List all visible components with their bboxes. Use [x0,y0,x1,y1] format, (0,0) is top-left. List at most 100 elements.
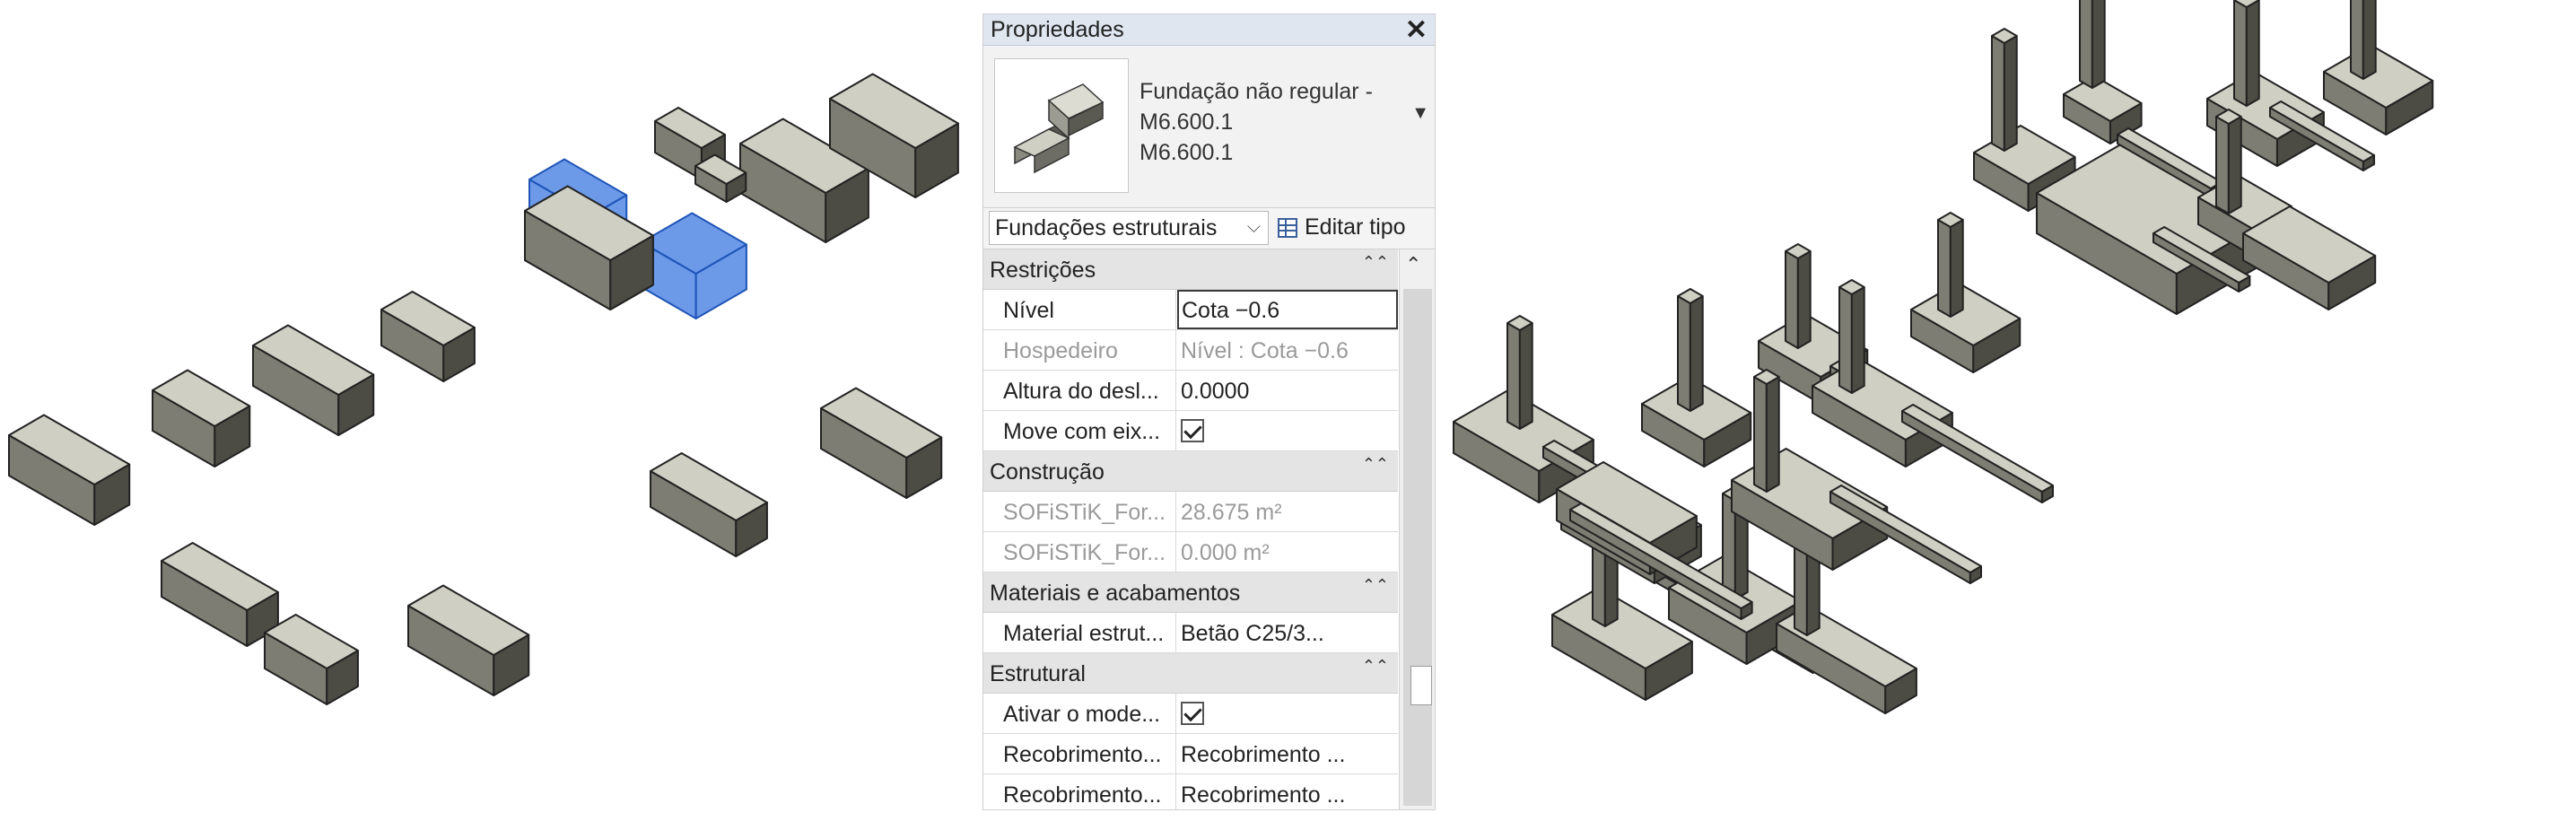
selected-footing-part-2[interactable] [641,212,747,319]
property-value [1177,694,1398,733]
property-name: Nível [983,290,1176,329]
property-name: Hospedeiro [983,330,1176,370]
property-name: SOFiSTiK_For... [983,492,1176,531]
scroll-up-icon[interactable]: ⌃ [1405,253,1421,276]
section-estrutural[interactable]: Estrutural ⌃⌃ [983,653,1398,694]
type-thumbnail [994,58,1129,193]
chevron-down-icon: ⌵ [1246,217,1261,237]
column-g1-d-face-left [1794,546,1808,636]
footing-g5-d[interactable] [1812,358,1953,467]
column-g3-b-face-left [2079,0,2093,89]
category-filter-label: Fundações estruturais [995,215,1218,240]
column-g3-c[interactable] [2233,0,2260,107]
properties-grid: Restrições ⌃⌃ Nível Cota −0.6 Hospedeiro… [983,249,1398,809]
footing-block-3[interactable] [252,324,375,436]
section-label: Construção [990,459,1105,485]
type-name-line-3: M6.600.1 [1140,140,1234,165]
properties-scrollbar[interactable]: ⌃ [1399,249,1435,809]
type-name-line-1: Fundação não regular - [1140,79,1373,104]
footing-block-10[interactable] [161,542,279,647]
property-row-nivel: Nível Cota −0.6 [983,290,1398,330]
column-g3-a-face-left [1991,35,2005,152]
foundation-3d-view-right[interactable] [1436,0,2576,830]
scroll-thumb[interactable] [1410,666,1432,705]
section-materiais[interactable]: Materiais e acabamentos ⌃⌃ [983,572,1398,613]
footing-block-14[interactable] [820,387,943,499]
rebar-cover-field[interactable]: Recobrimento ... [1177,774,1398,809]
collapse-chevron-icon[interactable]: ⌃⌃ [1362,455,1389,474]
close-icon[interactable]: ✕ [1405,14,1428,46]
edit-type-icon [1278,218,1297,238]
enable-analytical-model-checkbox[interactable] [1181,702,1204,725]
type-selector[interactable]: Fundação não regular - M6.600.1 M6.600.1… [983,46,1435,208]
footing-g3-f[interactable] [2242,205,2377,310]
foundation-columns-canvas[interactable] [1436,0,2576,830]
column-g1-a-face-right [1518,322,1533,430]
section-restricoes[interactable]: Restrições ⌃⌃ [983,249,1398,290]
collapse-chevron-icon[interactable]: ⌃⌃ [1362,657,1389,676]
column-g2-b[interactable] [1937,212,1964,318]
edit-type-label: Editar tipo [1305,214,1406,240]
footing-block-13[interactable] [650,452,768,557]
footing-thumbnail-icon [1013,83,1105,174]
property-row-altura: Altura do desl... 0.0000 [983,371,1398,411]
level-input[interactable]: Cota −0.6 [1177,290,1398,329]
dropdown-arrow-icon[interactable]: ▼ [1411,103,1429,124]
column-g3-a[interactable] [1991,28,2018,152]
footing-block-11[interactable] [264,614,359,705]
property-row-hospedeiro: Hospedeiro Nível : Cota −0.6 [983,330,1398,371]
structural-material-field[interactable]: Betão C25/3... [1177,613,1398,652]
move-with-grids-checkbox[interactable] [1181,419,1204,442]
column-g3-e[interactable] [2215,109,2242,214]
footing-block-2[interactable] [152,369,251,467]
category-filter-dropdown[interactable]: Fundações estruturais ⌵ [989,211,1269,245]
property-row-recobrimento-2: Recobrimento... Recobrimento ... [983,774,1398,809]
column-g2-a-face-right [1796,250,1812,349]
column-g3-b[interactable] [2079,0,2106,89]
section-construcao[interactable]: Construção ⌃⌃ [983,451,1398,492]
properties-grid-area: Restrições ⌃⌃ Nível Cota −0.6 Hospedeiro… [983,249,1435,809]
property-row-move-com-eixos: Move com eix... [983,411,1398,451]
section-label: Restrições [990,258,1096,283]
offset-height-input[interactable]: 0.0000 [1177,371,1398,410]
column-g5-c-face-left [1753,376,1768,493]
column-g5-d-face-left [1838,286,1853,394]
column-g3-d[interactable] [2350,0,2377,80]
column-g2-b-face-right [1949,219,1964,318]
footing-g3-d[interactable] [2323,44,2434,135]
column-g2-a[interactable] [1785,243,1812,349]
column-g3-d-face-left [2350,0,2364,80]
section-label: Materiais e acabamentos [990,581,1241,606]
column-g1-a[interactable] [1506,315,1533,430]
collapse-chevron-icon[interactable]: ⌃⌃ [1362,576,1389,595]
column-g1-b[interactable] [1677,288,1704,412]
footing-block-front-of-selection[interactable] [524,185,654,310]
column-g3-e-face-left [2215,116,2230,214]
footing-block-12[interactable] [407,584,530,696]
property-name: Recobrimento... [983,734,1176,773]
column-g5-c[interactable] [1753,369,1780,493]
property-name: Material estrut... [983,613,1176,652]
property-row-recobrimento-1: Recobrimento... Recobrimento ... [983,734,1398,774]
scroll-track[interactable] [1403,289,1432,806]
footing-g2-b[interactable] [1910,282,2022,373]
property-row-sofistik-2: SOFiSTiK_For... 0.000 m² [983,532,1398,572]
property-value: Nível : Cota −0.6 [1181,338,1349,363]
footing-block-4[interactable] [380,291,476,382]
column-g1-b-face-right [1689,295,1704,412]
property-name: SOFiSTiK_For... [983,532,1176,572]
rebar-cover-field[interactable]: Recobrimento ... [1177,734,1398,773]
property-row-ativar-modelo: Ativar o mode... [983,694,1398,734]
column-g3-c-face-right [2245,0,2260,107]
column-g5-d[interactable] [1838,279,1865,394]
column-g3-a-face-right [2003,35,2018,152]
property-name: Ativar o mode... [983,694,1176,733]
properties-title-bar: Propriedades ✕ [983,14,1435,46]
footing-block-1[interactable] [8,414,131,526]
section-label: Estrutural [990,661,1086,686]
foundation-model-canvas[interactable] [0,0,978,830]
footing-block-9[interactable] [694,153,747,203]
property-value: 28.675 m² [1181,500,1282,525]
foundation-3d-view-left[interactable] [0,0,978,830]
collapse-chevron-icon[interactable]: ⌃⌃ [1362,253,1389,272]
